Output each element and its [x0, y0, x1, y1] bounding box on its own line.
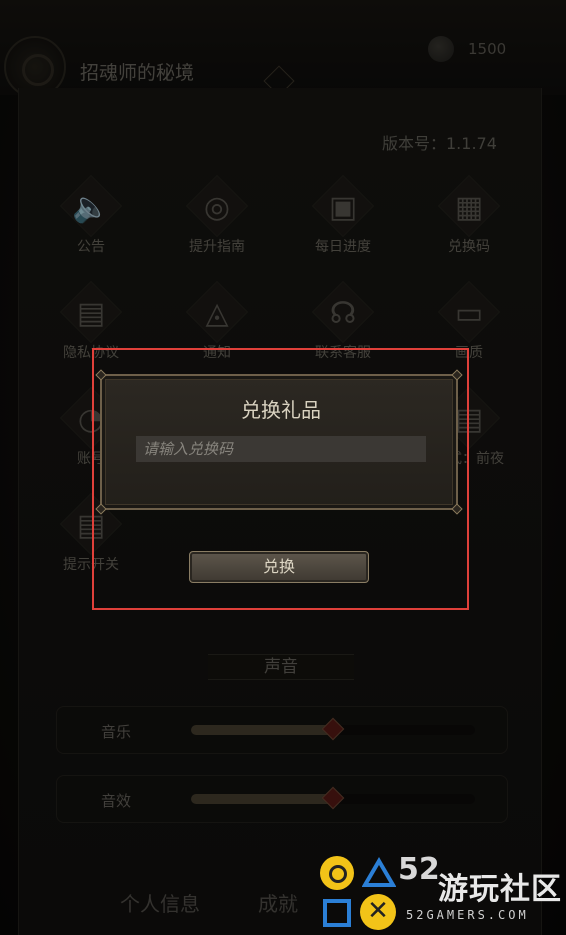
watermark-number: 52 [398, 852, 440, 887]
dialog-title: 兑换礼品 [241, 398, 321, 422]
watermark-name: 游玩社区 [438, 872, 562, 907]
triangle-icon [362, 857, 396, 887]
cross-icon: ✕ [360, 894, 396, 930]
circle-icon [320, 856, 354, 890]
watermark-site: 52GAMERS.COM [406, 908, 529, 922]
redeem-gift-dialog: 兑换礼品 [95, 369, 463, 515]
redeem-code-input[interactable] [136, 436, 426, 462]
square-icon [323, 899, 351, 927]
game-screen: 招魂师的秘境 1500 版本号：1.1.74 🔈 公告 ◎ 提升指南 ▣ 每日进度 ▦ 兑换码… [0, 0, 566, 935]
redeem-button[interactable]: 兑换 [189, 551, 369, 583]
site-watermark: ✕ 52 游玩社区 52GAMERS.COM [318, 852, 566, 932]
